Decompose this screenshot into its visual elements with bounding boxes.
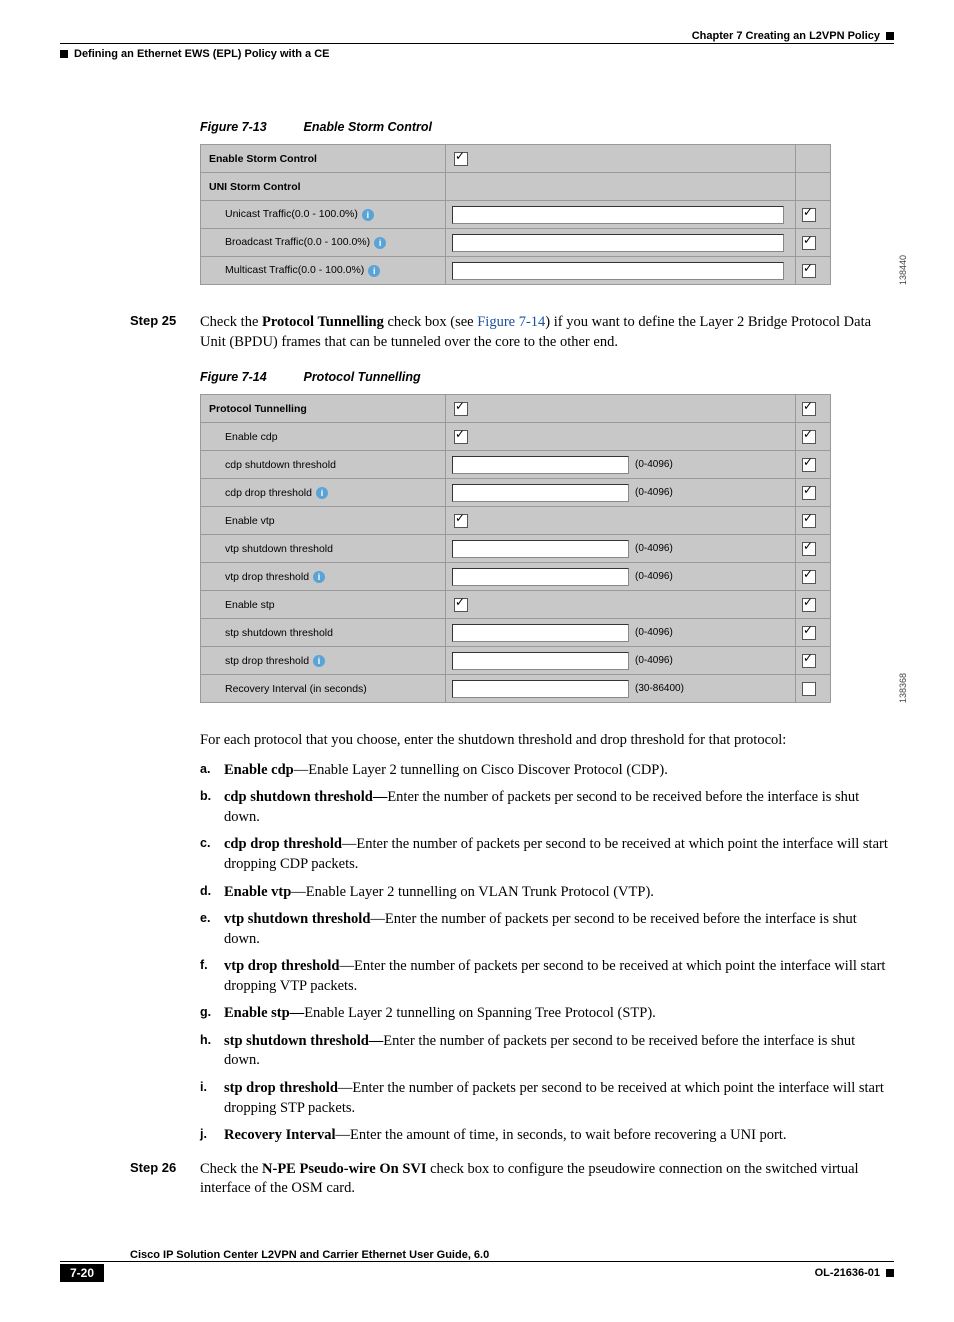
page-number: 7-20 <box>60 1264 104 1282</box>
figure-7-14-xref[interactable]: Figure 7-14 <box>477 314 545 330</box>
range-hint: (0-4096) <box>635 459 673 470</box>
recovery-editable-checkbox[interactable] <box>802 682 816 696</box>
unicast-editable-checkbox[interactable] <box>802 208 816 222</box>
multicast-traffic-label: Multicast Traffic(0.0 - 100.0%)i <box>201 257 446 285</box>
stp-drop-input[interactable] <box>452 652 629 670</box>
list-item: e.vtp shutdown threshold—Enter the numbe… <box>200 910 894 949</box>
list-item: j.Recovery Interval—Enter the amount of … <box>200 1126 894 1146</box>
threshold-leadin: For each protocol that you choose, enter… <box>200 731 894 751</box>
step-25-body: Check the Protocol Tunnelling check box … <box>200 313 894 352</box>
list-item: d.Enable vtp—Enable Layer 2 tunnelling o… <box>200 883 894 903</box>
figure-14-caption: Figure 7-14 Protocol Tunnelling <box>200 370 894 384</box>
info-icon[interactable]: i <box>313 571 325 583</box>
info-icon[interactable]: i <box>313 655 325 667</box>
enable-vtp-label: Enable vtp <box>201 507 446 535</box>
multicast-traffic-input[interactable] <box>452 262 784 280</box>
running-header: Chapter 7 Creating an L2VPN Policy <box>60 30 894 44</box>
vtp-drop-editable-checkbox[interactable] <box>802 570 816 584</box>
vtp-drop-label: vtp drop thresholdi <box>201 563 446 591</box>
figure-13-caption: Figure 7-13 Enable Storm Control <box>200 120 894 134</box>
footer-marker-icon <box>886 1269 894 1277</box>
vtp-shutdown-label: vtp shutdown threshold <box>201 535 446 563</box>
range-hint: (30-86400) <box>635 683 684 694</box>
section-label: Defining an Ethernet EWS (EPL) Policy wi… <box>74 48 329 60</box>
enable-cdp-label: Enable cdp <box>201 423 446 451</box>
stp-shutdown-label: stp shutdown threshold <box>201 619 446 647</box>
protocol-definitions-list: a.Enable cdp—Enable Layer 2 tunnelling o… <box>200 761 894 1146</box>
figure-13: Enable Storm Control UNI Storm Control U… <box>200 144 894 285</box>
cdp-shutdown-input[interactable] <box>452 456 629 474</box>
figure-14-imgid: 138368 <box>898 673 908 703</box>
list-item: h.stp shutdown threshold—Enter the numbe… <box>200 1032 894 1071</box>
step-26-body: Check the N-PE Pseudo-wire On SVI check … <box>200 1160 894 1199</box>
list-item: f.vtp drop threshold—Enter the number of… <box>200 957 894 996</box>
figure-13-imgid: 138440 <box>898 255 908 285</box>
header-marker-icon <box>60 50 68 58</box>
enable-storm-control-label: Enable Storm Control <box>201 145 446 173</box>
multicast-editable-checkbox[interactable] <box>802 264 816 278</box>
info-icon[interactable]: i <box>374 237 386 249</box>
pt-editable-checkbox[interactable] <box>802 402 816 416</box>
chapter-label: Chapter 7 Creating an L2VPN Policy <box>692 30 880 42</box>
cdp-drop-editable-checkbox[interactable] <box>802 486 816 500</box>
footer-guide-title: Cisco IP Solution Center L2VPN and Carri… <box>60 1249 894 1262</box>
enable-vtp-checkbox[interactable] <box>454 514 468 528</box>
info-icon[interactable]: i <box>362 209 374 221</box>
stp-shutdown-input[interactable] <box>452 624 629 642</box>
range-hint: (0-4096) <box>635 627 673 638</box>
broadcast-editable-checkbox[interactable] <box>802 236 816 250</box>
enable-cdp-editable-checkbox[interactable] <box>802 430 816 444</box>
enable-cdp-checkbox[interactable] <box>454 430 468 444</box>
header-marker-icon <box>886 32 894 40</box>
list-item: c.cdp drop threshold—Enter the number of… <box>200 835 894 874</box>
step-25-label: Step 25 <box>60 313 200 352</box>
unicast-traffic-input[interactable] <box>452 206 784 224</box>
range-hint: (0-4096) <box>635 487 673 498</box>
list-item: i.stp drop threshold—Enter the number of… <box>200 1079 894 1118</box>
stp-shutdown-editable-checkbox[interactable] <box>802 626 816 640</box>
step-26-label: Step 26 <box>60 1160 200 1199</box>
enable-stp-label: Enable stp <box>201 591 446 619</box>
protocol-tunnelling-label: Protocol Tunnelling <box>201 395 446 423</box>
running-subheader: Defining an Ethernet EWS (EPL) Policy wi… <box>60 48 894 60</box>
list-item: b.cdp shutdown threshold—Enter the numbe… <box>200 788 894 827</box>
stp-drop-label: stp drop thresholdi <box>201 647 446 675</box>
protocol-tunnelling-checkbox[interactable] <box>454 402 468 416</box>
enable-storm-control-checkbox[interactable] <box>454 152 468 166</box>
info-icon[interactable]: i <box>316 487 328 499</box>
list-item: a.Enable cdp—Enable Layer 2 tunnelling o… <box>200 761 894 781</box>
cdp-shutdown-editable-checkbox[interactable] <box>802 458 816 472</box>
enable-stp-editable-checkbox[interactable] <box>802 598 816 612</box>
doc-number: OL-21636-01 <box>815 1267 880 1279</box>
cdp-shutdown-label: cdp shutdown threshold <box>201 451 446 479</box>
range-hint: (0-4096) <box>635 571 673 582</box>
info-icon[interactable]: i <box>368 265 380 277</box>
vtp-drop-input[interactable] <box>452 568 629 586</box>
enable-vtp-editable-checkbox[interactable] <box>802 514 816 528</box>
range-hint: (0-4096) <box>635 543 673 554</box>
unicast-traffic-label: Unicast Traffic(0.0 - 100.0%)i <box>201 201 446 229</box>
figure-14: Protocol Tunnelling Enable cdp cdp shutd… <box>200 394 894 703</box>
recovery-interval-label: Recovery Interval (in seconds) <box>201 675 446 703</box>
list-item: g.Enable stp—Enable Layer 2 tunnelling o… <box>200 1004 894 1024</box>
cdp-drop-label: cdp drop thresholdi <box>201 479 446 507</box>
vtp-shutdown-input[interactable] <box>452 540 629 558</box>
range-hint: (0-4096) <box>635 655 673 666</box>
stp-drop-editable-checkbox[interactable] <box>802 654 816 668</box>
vtp-shutdown-editable-checkbox[interactable] <box>802 542 816 556</box>
enable-stp-checkbox[interactable] <box>454 598 468 612</box>
broadcast-traffic-label: Broadcast Traffic(0.0 - 100.0%)i <box>201 229 446 257</box>
recovery-interval-input[interactable] <box>452 680 629 698</box>
page-footer: Cisco IP Solution Center L2VPN and Carri… <box>60 1249 894 1282</box>
uni-storm-control-label: UNI Storm Control <box>201 173 446 201</box>
cdp-drop-input[interactable] <box>452 484 629 502</box>
broadcast-traffic-input[interactable] <box>452 234 784 252</box>
